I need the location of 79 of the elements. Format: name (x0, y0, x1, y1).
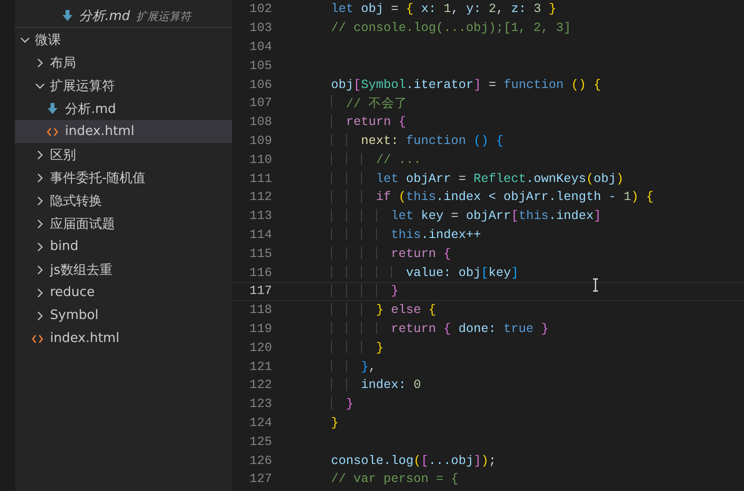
tree-item[interactable]: js数组去重 (15, 258, 232, 281)
tree-item[interactable]: Symbol (15, 304, 232, 327)
code-line: obj[Symbol.iterator] = function () { (331, 78, 602, 92)
tree-item[interactable]: 微课 (15, 28, 232, 51)
code-line: // 不会了 (331, 94, 408, 112)
code-line: value: obj[key] (331, 266, 519, 280)
code-line: // ... (331, 152, 422, 167)
line-number: 105 (248, 58, 272, 73)
chevron-icon (35, 80, 45, 90)
tree-item[interactable]: reduce (15, 281, 232, 304)
tree-item[interactable]: 布局 (15, 51, 232, 74)
chevron-icon (20, 34, 30, 44)
line-number: 111 (248, 172, 272, 186)
line-number: 110 (248, 152, 272, 167)
line-number: 115 (248, 246, 272, 261)
code-line: next: function () { (331, 134, 504, 148)
code-line: // console.log(...obj);[1, 2, 3] (331, 21, 572, 36)
code-line: } (331, 397, 354, 412)
chevron-icon (35, 172, 45, 182)
line-number: 107 (248, 96, 272, 110)
tree-item[interactable]: 应届面试题 (15, 212, 232, 235)
code-line: console.log([...obj]); (331, 454, 496, 468)
download-arrow-icon (62, 10, 73, 22)
line-number: 127 (248, 472, 272, 486)
chevron-icon (35, 150, 45, 160)
tree-item[interactable]: 扩展运算符 (15, 74, 232, 97)
code-line: // var person = { (331, 472, 459, 486)
chevron-icon (35, 310, 45, 320)
line-number: 120 (248, 340, 272, 355)
code-line: let objArr = Reflect.ownKeys(obj) (331, 172, 624, 186)
chevron-icon (35, 58, 45, 68)
code-brackets-icon (47, 126, 58, 138)
line-number: 125 (248, 434, 272, 449)
text-cursor-icon (592, 278, 599, 292)
chevron-icon (35, 242, 45, 252)
tree-item[interactable]: 区别 (15, 143, 232, 166)
line-number: 124 (248, 416, 272, 430)
line-number: 114 (248, 228, 272, 242)
chevron-icon (35, 288, 45, 298)
code-line: this.index++ (331, 228, 482, 242)
line-number: 112 (248, 190, 272, 204)
line-number: 113 (248, 209, 272, 224)
download-arrow-icon (47, 102, 58, 114)
chevron-icon (35, 196, 45, 206)
line-number: 126 (248, 454, 272, 468)
tree-item[interactable]: 分析.md (15, 97, 232, 120)
code-line: return { (331, 246, 452, 261)
line-number: 122 (248, 378, 272, 392)
line-number: 109 (248, 134, 272, 148)
line-number: 118 (248, 303, 272, 318)
line-number: 121 (248, 360, 272, 374)
code-brackets-icon (32, 332, 43, 344)
code-line: if (this.index < objArr.length - 1) { (331, 190, 654, 204)
line-number: 104 (248, 40, 272, 54)
code-line: } (331, 340, 384, 355)
code-line: } else { (331, 303, 436, 318)
tree-item[interactable]: 隐式转换 (15, 189, 232, 212)
code-line: index: 0 (331, 378, 422, 392)
chevron-icon (35, 218, 45, 228)
line-number: 117 (248, 284, 272, 298)
tree-item[interactable]: 事件委托-随机值 (15, 166, 232, 189)
code-line: } (331, 416, 339, 430)
chevron-icon (35, 264, 45, 274)
tree-item[interactable]: index.html (15, 120, 232, 143)
code-line: let obj = { x: 1, y: 2, z: 3 } (331, 2, 556, 16)
line-number: 116 (248, 266, 272, 280)
line-number: 103 (248, 21, 272, 36)
code-line: return { done: true } (331, 322, 549, 336)
open-editor-item[interactable]: 分析.md 扩展运算符 (15, 5, 232, 28)
line-number: 108 (248, 115, 272, 130)
line-number: 106 (248, 78, 272, 92)
code-line: let key = objArr[this.index] (331, 209, 602, 224)
code-line: return { (331, 115, 406, 130)
tree-item[interactable]: bind (15, 235, 232, 258)
line-number: 102 (248, 2, 272, 16)
tree-item[interactable]: index.html (15, 327, 232, 350)
code-line: } (331, 284, 399, 298)
line-number: 119 (248, 322, 272, 336)
line-number: 123 (248, 397, 272, 412)
